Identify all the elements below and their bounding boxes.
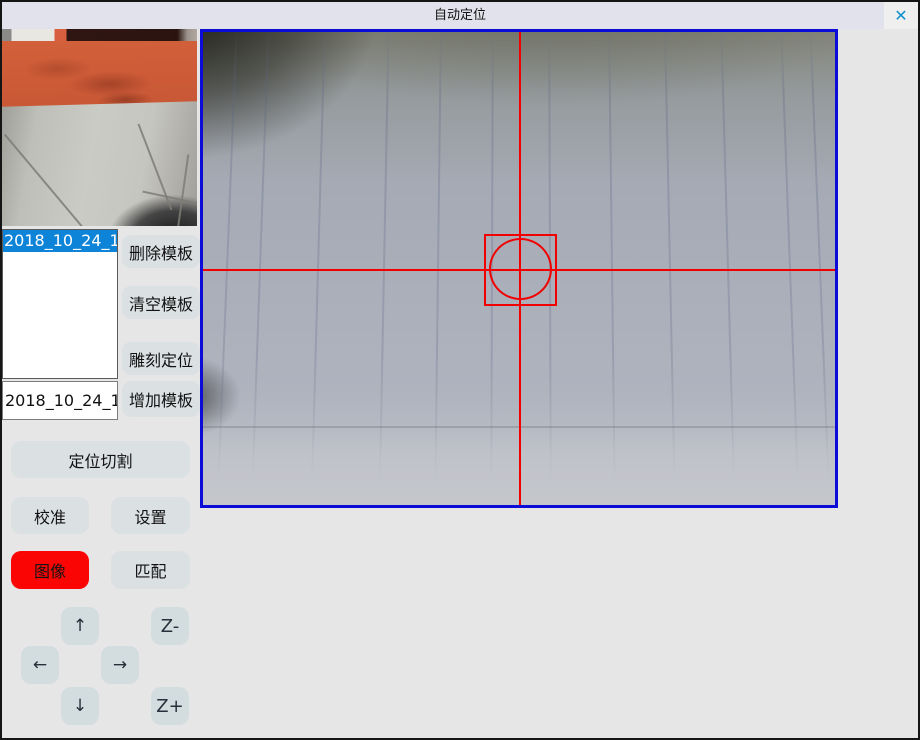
arrow-down-icon: ↓ — [73, 696, 87, 716]
calibrate-button[interactable]: 校准 — [11, 497, 89, 534]
add-template-button[interactable]: 增加模板 — [122, 381, 200, 417]
template-list[interactable]: 2018_10_24_11 — [2, 229, 118, 379]
match-button[interactable]: 匹配 — [111, 551, 190, 589]
settings-button[interactable]: 设置 — [111, 497, 190, 534]
dialog-title: 自动定位 — [2, 2, 918, 29]
clear-templates-button[interactable]: 清空模板 — [122, 286, 200, 319]
jog-down-button[interactable]: ↓ — [61, 687, 99, 725]
preview-orange-beam — [2, 35, 197, 107]
arrow-left-icon: ← — [33, 655, 47, 675]
arrow-up-icon: ↑ — [73, 616, 87, 636]
z-plus-button[interactable]: Z+ — [151, 687, 189, 725]
delete-template-button[interactable]: 删除模板 — [122, 235, 200, 268]
roi-circle-overlay — [489, 238, 552, 300]
jog-up-button[interactable]: ↑ — [61, 607, 99, 645]
engrave-position-button[interactable]: 雕刻定位 — [122, 342, 200, 375]
image-button[interactable]: 图像 — [11, 551, 89, 589]
template-preview-image — [2, 29, 197, 226]
close-icon: ✕ — [894, 8, 907, 24]
camera-view — [200, 29, 838, 508]
auto-position-dialog: 自动定位 ✕ 2018_10_24_11 删除模板 清空模板 雕刻定位 增加模板… — [0, 0, 920, 740]
jog-left-button[interactable]: ← — [21, 646, 59, 684]
titlebar: 自动定位 ✕ — [2, 2, 918, 29]
arrow-right-icon: → — [113, 655, 127, 675]
position-cut-button[interactable]: 定位切割 — [11, 441, 190, 478]
z-minus-button[interactable]: Z- — [151, 607, 189, 645]
close-button[interactable]: ✕ — [884, 2, 918, 29]
jog-right-button[interactable]: → — [101, 646, 139, 684]
template-name-input[interactable] — [2, 381, 118, 420]
template-list-item[interactable]: 2018_10_24_11 — [3, 230, 117, 252]
preview-top-strip — [2, 29, 197, 41]
